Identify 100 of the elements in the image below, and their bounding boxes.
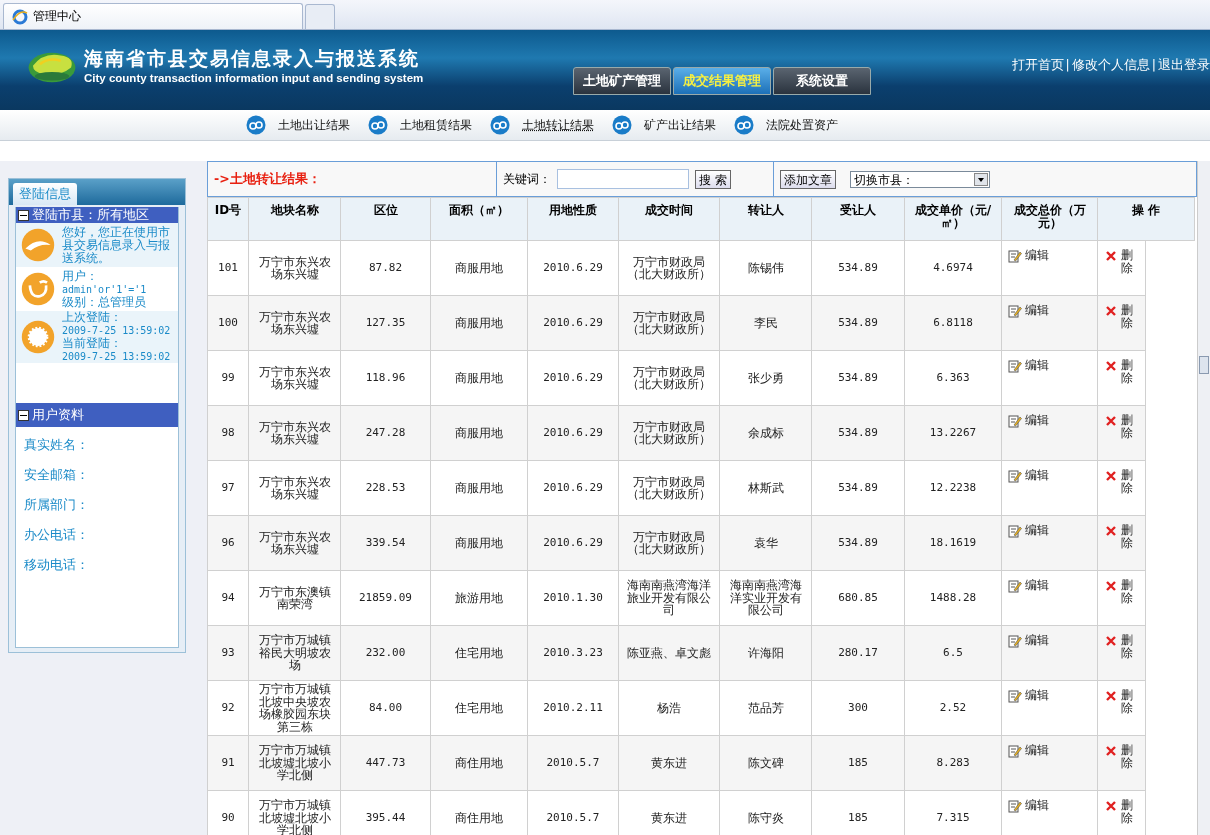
- city-dropdown[interactable]: 切换市县：: [850, 170, 990, 188]
- glasses-icon: [368, 115, 388, 135]
- land-use-cell: 住宅用地: [430, 680, 528, 736]
- scroll-thumb[interactable]: [1199, 356, 1209, 374]
- delete-action[interactable]: 删除: [1097, 295, 1146, 351]
- edit-action[interactable]: 编辑: [1001, 735, 1098, 791]
- edit-action[interactable]: 编辑: [1001, 350, 1098, 406]
- edit-icon: [1008, 799, 1022, 813]
- column-header: 成交单价（元/㎡）: [904, 197, 1002, 241]
- glasses-icon: [612, 115, 632, 135]
- unit-price-cell: 534.89: [811, 405, 905, 461]
- transferee-cell: 袁华: [719, 515, 812, 571]
- add-article-button[interactable]: 添加文章: [780, 169, 836, 189]
- area-cell: 228.53: [340, 460, 431, 516]
- delete-icon: [1104, 249, 1118, 263]
- search-button[interactable]: 搜 索: [695, 169, 731, 189]
- unit-price-cell: 300: [811, 680, 905, 736]
- edit-action[interactable]: 编辑: [1001, 460, 1098, 516]
- date-cell: 2010.3.23: [527, 625, 619, 681]
- section-header[interactable]: 用户资料: [16, 403, 178, 427]
- delete-action[interactable]: 删除: [1097, 680, 1146, 736]
- land-use-cell: 旅游用地: [430, 570, 528, 626]
- transferor-cell: 万宁市财政局（北大财政所）: [618, 240, 720, 296]
- unit-price-cell: 185: [811, 735, 905, 791]
- module-tab[interactable]: 系统设置: [773, 67, 872, 95]
- header-link[interactable]: 退出登录: [1158, 57, 1210, 74]
- delete-icon: [1104, 359, 1118, 373]
- module-tab[interactable]: 土地矿产管理: [573, 67, 672, 95]
- new-tab-button[interactable]: [305, 4, 335, 29]
- subnav-link[interactable]: 土地租赁结果: [400, 116, 472, 134]
- last-login-label: 上次登陆：: [62, 311, 123, 324]
- scrollbar[interactable]: [1197, 161, 1210, 835]
- section-title: 用户资料: [32, 406, 84, 424]
- delete-action[interactable]: 删除: [1097, 735, 1146, 791]
- location-cell: 万宁市万城镇北坡墟北坡小学北侧: [248, 735, 341, 791]
- delete-action[interactable]: 删除: [1097, 460, 1146, 516]
- sidebar-tab[interactable]: 登陆信息: [13, 183, 77, 205]
- edit-icon: [1008, 304, 1022, 318]
- collapse-icon[interactable]: [18, 209, 29, 221]
- land-use-cell: 商住用地: [430, 735, 528, 791]
- location-cell: 万宁市东兴农场东兴墟: [248, 295, 341, 351]
- unit-price-cell: 534.89: [811, 350, 905, 406]
- delete-icon: [1104, 634, 1118, 648]
- location-cell: 万宁市东兴农场东兴墟: [248, 350, 341, 406]
- edit-action[interactable]: 编辑: [1001, 680, 1098, 736]
- edit-icon: [1008, 524, 1022, 538]
- user-label: 用户：: [62, 269, 99, 283]
- delete-action[interactable]: 删除: [1097, 625, 1146, 681]
- edit-action[interactable]: 编辑: [1001, 570, 1098, 626]
- section-title: 登陆市县：所有地区: [32, 206, 149, 224]
- delete-icon: [1104, 469, 1118, 483]
- date-cell: 2010.6.29: [527, 405, 619, 461]
- transferee-cell: 余成标: [719, 405, 812, 461]
- area-cell: 87.82: [340, 240, 431, 296]
- system-title: 海南省市县交易信息录入与报送系统: [84, 46, 421, 71]
- edit-icon: [1008, 689, 1022, 703]
- location-cell: 万宁市万城镇裕民大明坡农场: [248, 625, 341, 681]
- unit-price-cell: 280.17: [811, 625, 905, 681]
- edit-action[interactable]: 编辑: [1001, 295, 1098, 351]
- last-login-time: 2009-7-25 13:59:02: [62, 324, 171, 337]
- unit-price-cell: 534.89: [811, 515, 905, 571]
- section-header[interactable]: 登陆市县：所有地区: [16, 207, 178, 223]
- area-cell: 232.00: [340, 625, 431, 681]
- edit-icon: [1008, 579, 1022, 593]
- header-link[interactable]: 打开首页: [1011, 57, 1064, 74]
- header-link[interactable]: 修改个人信息: [1071, 57, 1150, 74]
- edit-action[interactable]: 编辑: [1001, 240, 1098, 296]
- transferee-cell: 许海阳: [719, 625, 812, 681]
- delete-action[interactable]: 删除: [1097, 570, 1146, 626]
- transferor-cell: 杨浩: [618, 680, 720, 736]
- edit-icon: [1008, 634, 1022, 648]
- collapse-icon[interactable]: [18, 409, 29, 421]
- id-cell: 96: [207, 515, 249, 571]
- edit-action[interactable]: 编辑: [1001, 625, 1098, 681]
- delete-icon: [1104, 744, 1118, 758]
- keyword-label: 关键词：: [503, 170, 551, 188]
- transferor-cell: 万宁市财政局（北大财政所）: [618, 515, 720, 571]
- edit-action[interactable]: 编辑: [1001, 515, 1098, 571]
- keyword-field[interactable]: [557, 169, 689, 189]
- delete-action[interactable]: 删除: [1097, 240, 1146, 296]
- delete-action[interactable]: 删除: [1097, 405, 1146, 461]
- subnav-link[interactable]: 土地转让结果: [522, 116, 594, 134]
- land-use-cell: 住宅用地: [430, 625, 528, 681]
- profile-field-label: 移动电话：: [24, 557, 90, 574]
- column-header: ID号: [207, 197, 249, 241]
- delete-action[interactable]: 删除: [1097, 515, 1146, 571]
- edit-action[interactable]: 编辑: [1001, 405, 1098, 461]
- subnav-link[interactable]: 矿产出让结果: [644, 116, 716, 134]
- browser-tab[interactable]: 管理中心: [3, 3, 303, 29]
- subnav-link[interactable]: 土地出让结果: [278, 116, 350, 134]
- column-header: 地块名称: [248, 197, 341, 241]
- transferee-cell: 陈文碑: [719, 735, 812, 791]
- transferor-cell: 万宁市财政局（北大财政所）: [618, 295, 720, 351]
- link-separator: |: [1151, 57, 1156, 74]
- total-price-cell: 1488.28: [904, 570, 1002, 626]
- subnav-link[interactable]: 法院处置资产: [766, 116, 838, 134]
- delete-action[interactable]: 删除: [1097, 350, 1146, 406]
- flower-icon: [20, 319, 56, 355]
- id-cell: 98: [207, 405, 249, 461]
- edit-icon: [1008, 249, 1022, 263]
